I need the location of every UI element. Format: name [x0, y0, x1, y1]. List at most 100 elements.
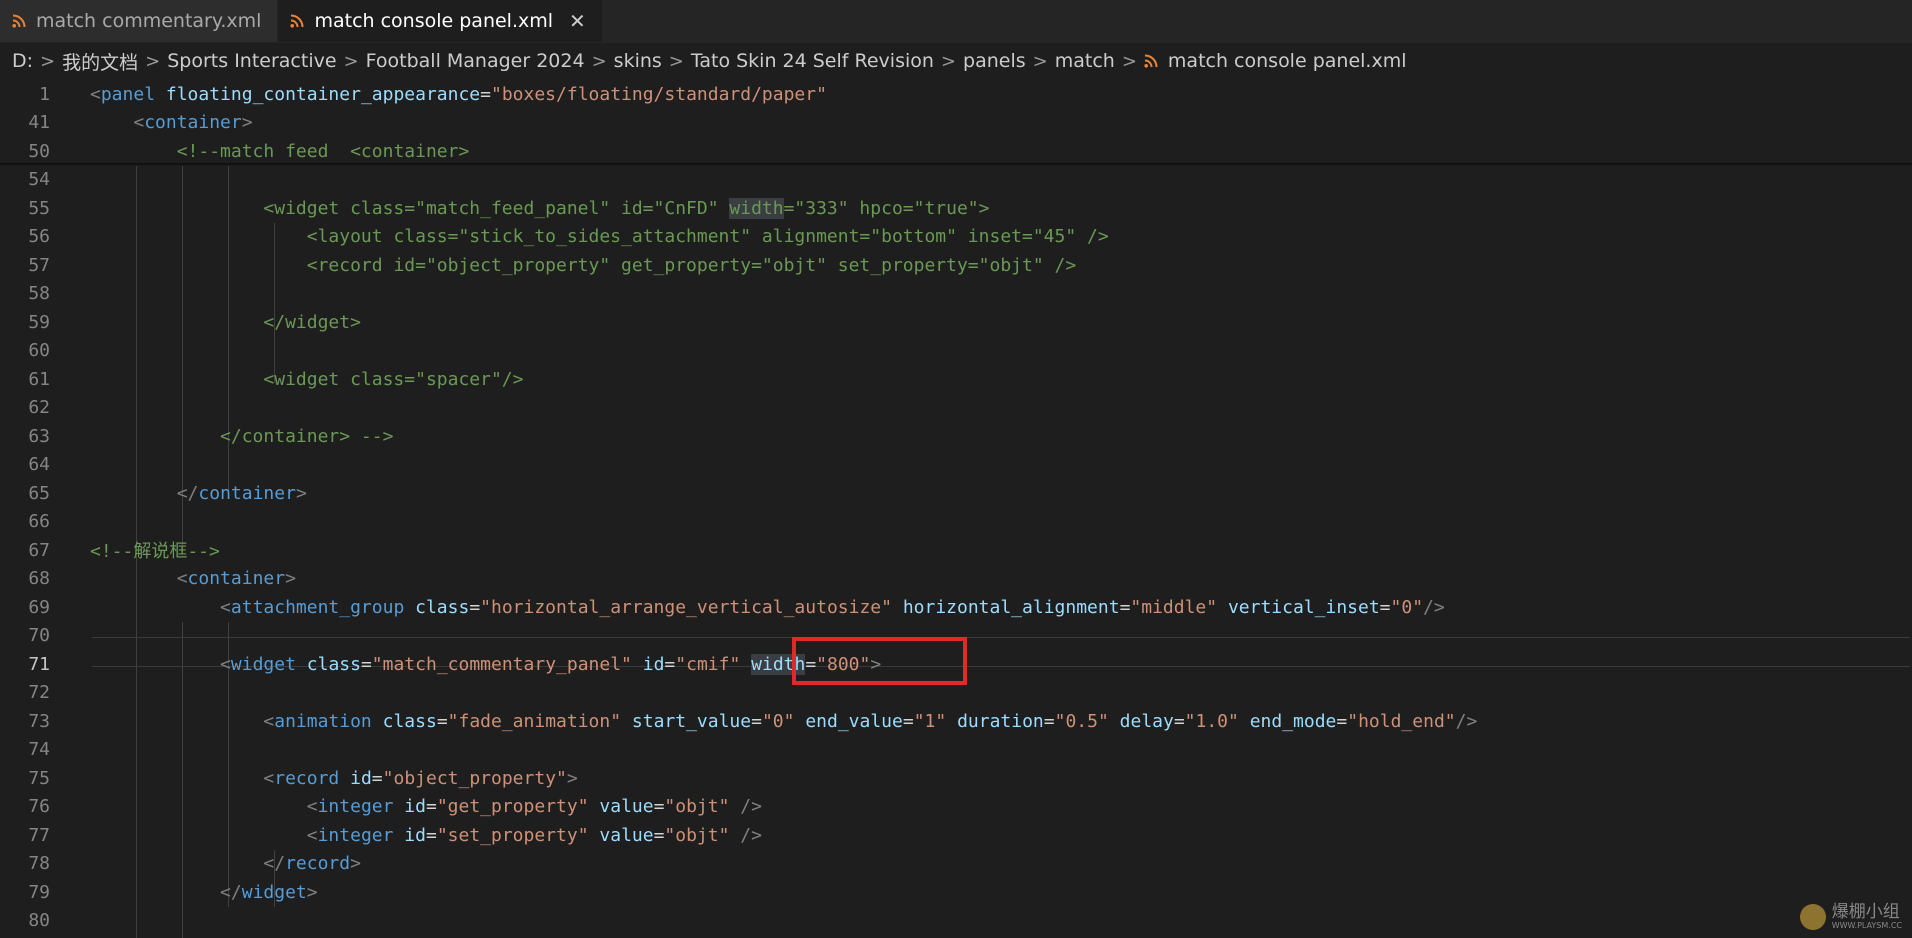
code-line[interactable]: 66 [0, 508, 1912, 537]
line-number: 64 [28, 454, 50, 476]
code-line[interactable]: 65 </container> [0, 479, 1912, 508]
code-token: start_value [631, 710, 752, 732]
code-line[interactable]: 61 <widget class="spacer"/> [0, 365, 1912, 394]
breadcrumb-item[interactable]: match console panel.xml [1144, 50, 1406, 72]
line-number: 70 [28, 625, 50, 647]
code-token: = [1119, 596, 1131, 618]
code-line[interactable]: 76 <integer id="get_property" value="obj… [0, 793, 1912, 822]
breadcrumb-label: Tato Skin 24 Self Revision [690, 50, 934, 72]
breadcrumb-item[interactable]: Football Manager 2024 [366, 50, 585, 72]
code-token: < [263, 710, 275, 732]
code-line[interactable]: 63 </container> --> [0, 422, 1912, 451]
code-token: "get_property" [436, 796, 589, 818]
line-number: 61 [28, 368, 50, 390]
code-token: container [198, 482, 296, 504]
code-token: "1" [913, 710, 947, 732]
code-line[interactable]: 59 </widget> [0, 308, 1912, 337]
breadcrumb-item[interactable]: Sports Interactive [167, 50, 336, 72]
breadcrumb-item[interactable]: Tato Skin 24 Self Revision [691, 50, 934, 72]
code-line[interactable]: 58 [0, 280, 1912, 309]
code-line[interactable]: 62 [0, 394, 1912, 423]
code-line[interactable]: 78 </record> [0, 850, 1912, 879]
code-line[interactable]: 57 <record id="object_property" get_prop… [0, 251, 1912, 280]
code-line[interactable]: 73 <animation class="fade_animation" sta… [0, 707, 1912, 736]
code-token: = [1043, 710, 1055, 732]
breadcrumb-item[interactable]: panels [963, 50, 1026, 72]
code-token: <!--match feed <container> [176, 140, 470, 162]
breadcrumb-label: panels [963, 50, 1026, 72]
code-line[interactable]: 1 <panel floating_container_appearance="b… [0, 80, 1912, 109]
line-number: 76 [28, 796, 50, 818]
line-number: 57 [28, 254, 50, 276]
breadcrumb-item[interactable]: D: [12, 50, 33, 72]
breadcrumb-item[interactable]: 我的文档 [62, 48, 138, 75]
code-line[interactable]: 64 [0, 451, 1912, 480]
code-token: "horizontal_arrange_vertical_autosize" [480, 596, 892, 618]
code-line[interactable]: 77 <integer id="set_property" value="obj… [0, 821, 1912, 850]
code-token: vertical_inset [1227, 596, 1380, 618]
tab-match-console-panel[interactable]: match console panel.xml ✕ [278, 0, 603, 42]
line-text: <record id="object_property"> [90, 767, 578, 789]
code-line[interactable]: 69 <attachment_group class="horizontal_a… [0, 593, 1912, 622]
code-line[interactable]: 79 </widget> [0, 878, 1912, 907]
line-number: 59 [28, 311, 50, 333]
line-number: 58 [28, 283, 50, 305]
code-line[interactable]: 75 <record id="object_property"> [0, 764, 1912, 793]
code-token: "0.5" [1054, 710, 1109, 732]
code-line[interactable]: 54 [0, 166, 1912, 195]
code-token: id [350, 767, 372, 789]
rss-icon [12, 14, 26, 28]
breadcrumb-label: Football Manager 2024 [365, 50, 585, 72]
code-line[interactable]: 80 [0, 907, 1912, 936]
line-text: <animation class="fade_animation" start_… [90, 711, 1477, 732]
code-token: "boxes/floating/standard/paper" [491, 83, 827, 105]
breadcrumb-separator: > [1032, 50, 1048, 72]
line-text: <layout class="stick_to_sides_attachment… [90, 226, 1109, 247]
code-line[interactable]: 68 <container> [0, 565, 1912, 594]
red-highlight-box [792, 637, 967, 685]
editor-tab-bar: match commentary.xml match console panel… [0, 0, 1912, 43]
breadcrumb-separator: > [40, 50, 56, 72]
code-token: > [566, 767, 578, 789]
line-text: <attachment_group class="horizontal_arra… [90, 597, 1445, 618]
code-line[interactable]: 41 <container> [0, 109, 1912, 138]
code-token: <record id="object_property" get_propert… [306, 254, 1077, 276]
code-line[interactable]: 50 <!--match feed <container> [0, 137, 1912, 166]
code-token: > [350, 853, 361, 875]
code-token: ="333" hpco="true"> [783, 197, 990, 219]
code-token: </ [176, 482, 199, 504]
line-text: <record id="object_property" get_propert… [90, 255, 1076, 276]
code-line[interactable]: 60 [0, 337, 1912, 366]
code-line[interactable]: 56 <layout class="stick_to_sides_attachm… [0, 223, 1912, 252]
code-token: </widget> [263, 311, 361, 333]
code-token: <widget class="match_feed_panel" id="CnF… [263, 197, 730, 219]
code-token: integer [317, 824, 394, 846]
line-text: <!--match feed <container> [90, 140, 470, 162]
code-line[interactable]: 74 [0, 736, 1912, 765]
breadcrumb-separator: > [668, 50, 684, 72]
breadcrumb-item[interactable]: skins [614, 50, 662, 72]
line-text: <widget class="match_commentary_panel" i… [90, 653, 881, 675]
code-token: <!--解说框--> [90, 541, 220, 563]
code-line[interactable]: 55 <widget class="match_feed_panel" id="… [0, 194, 1912, 223]
code-token: "objt" [664, 796, 730, 818]
code-token: record [274, 767, 340, 789]
close-icon[interactable]: ✕ [569, 9, 586, 33]
breadcrumb-label: 我的文档 [62, 51, 139, 74]
breadcrumb-item[interactable]: match [1055, 50, 1115, 72]
tab-match-commentary[interactable]: match commentary.xml [0, 0, 279, 42]
code-line[interactable]: 67 <!--解说框--> [0, 536, 1912, 565]
